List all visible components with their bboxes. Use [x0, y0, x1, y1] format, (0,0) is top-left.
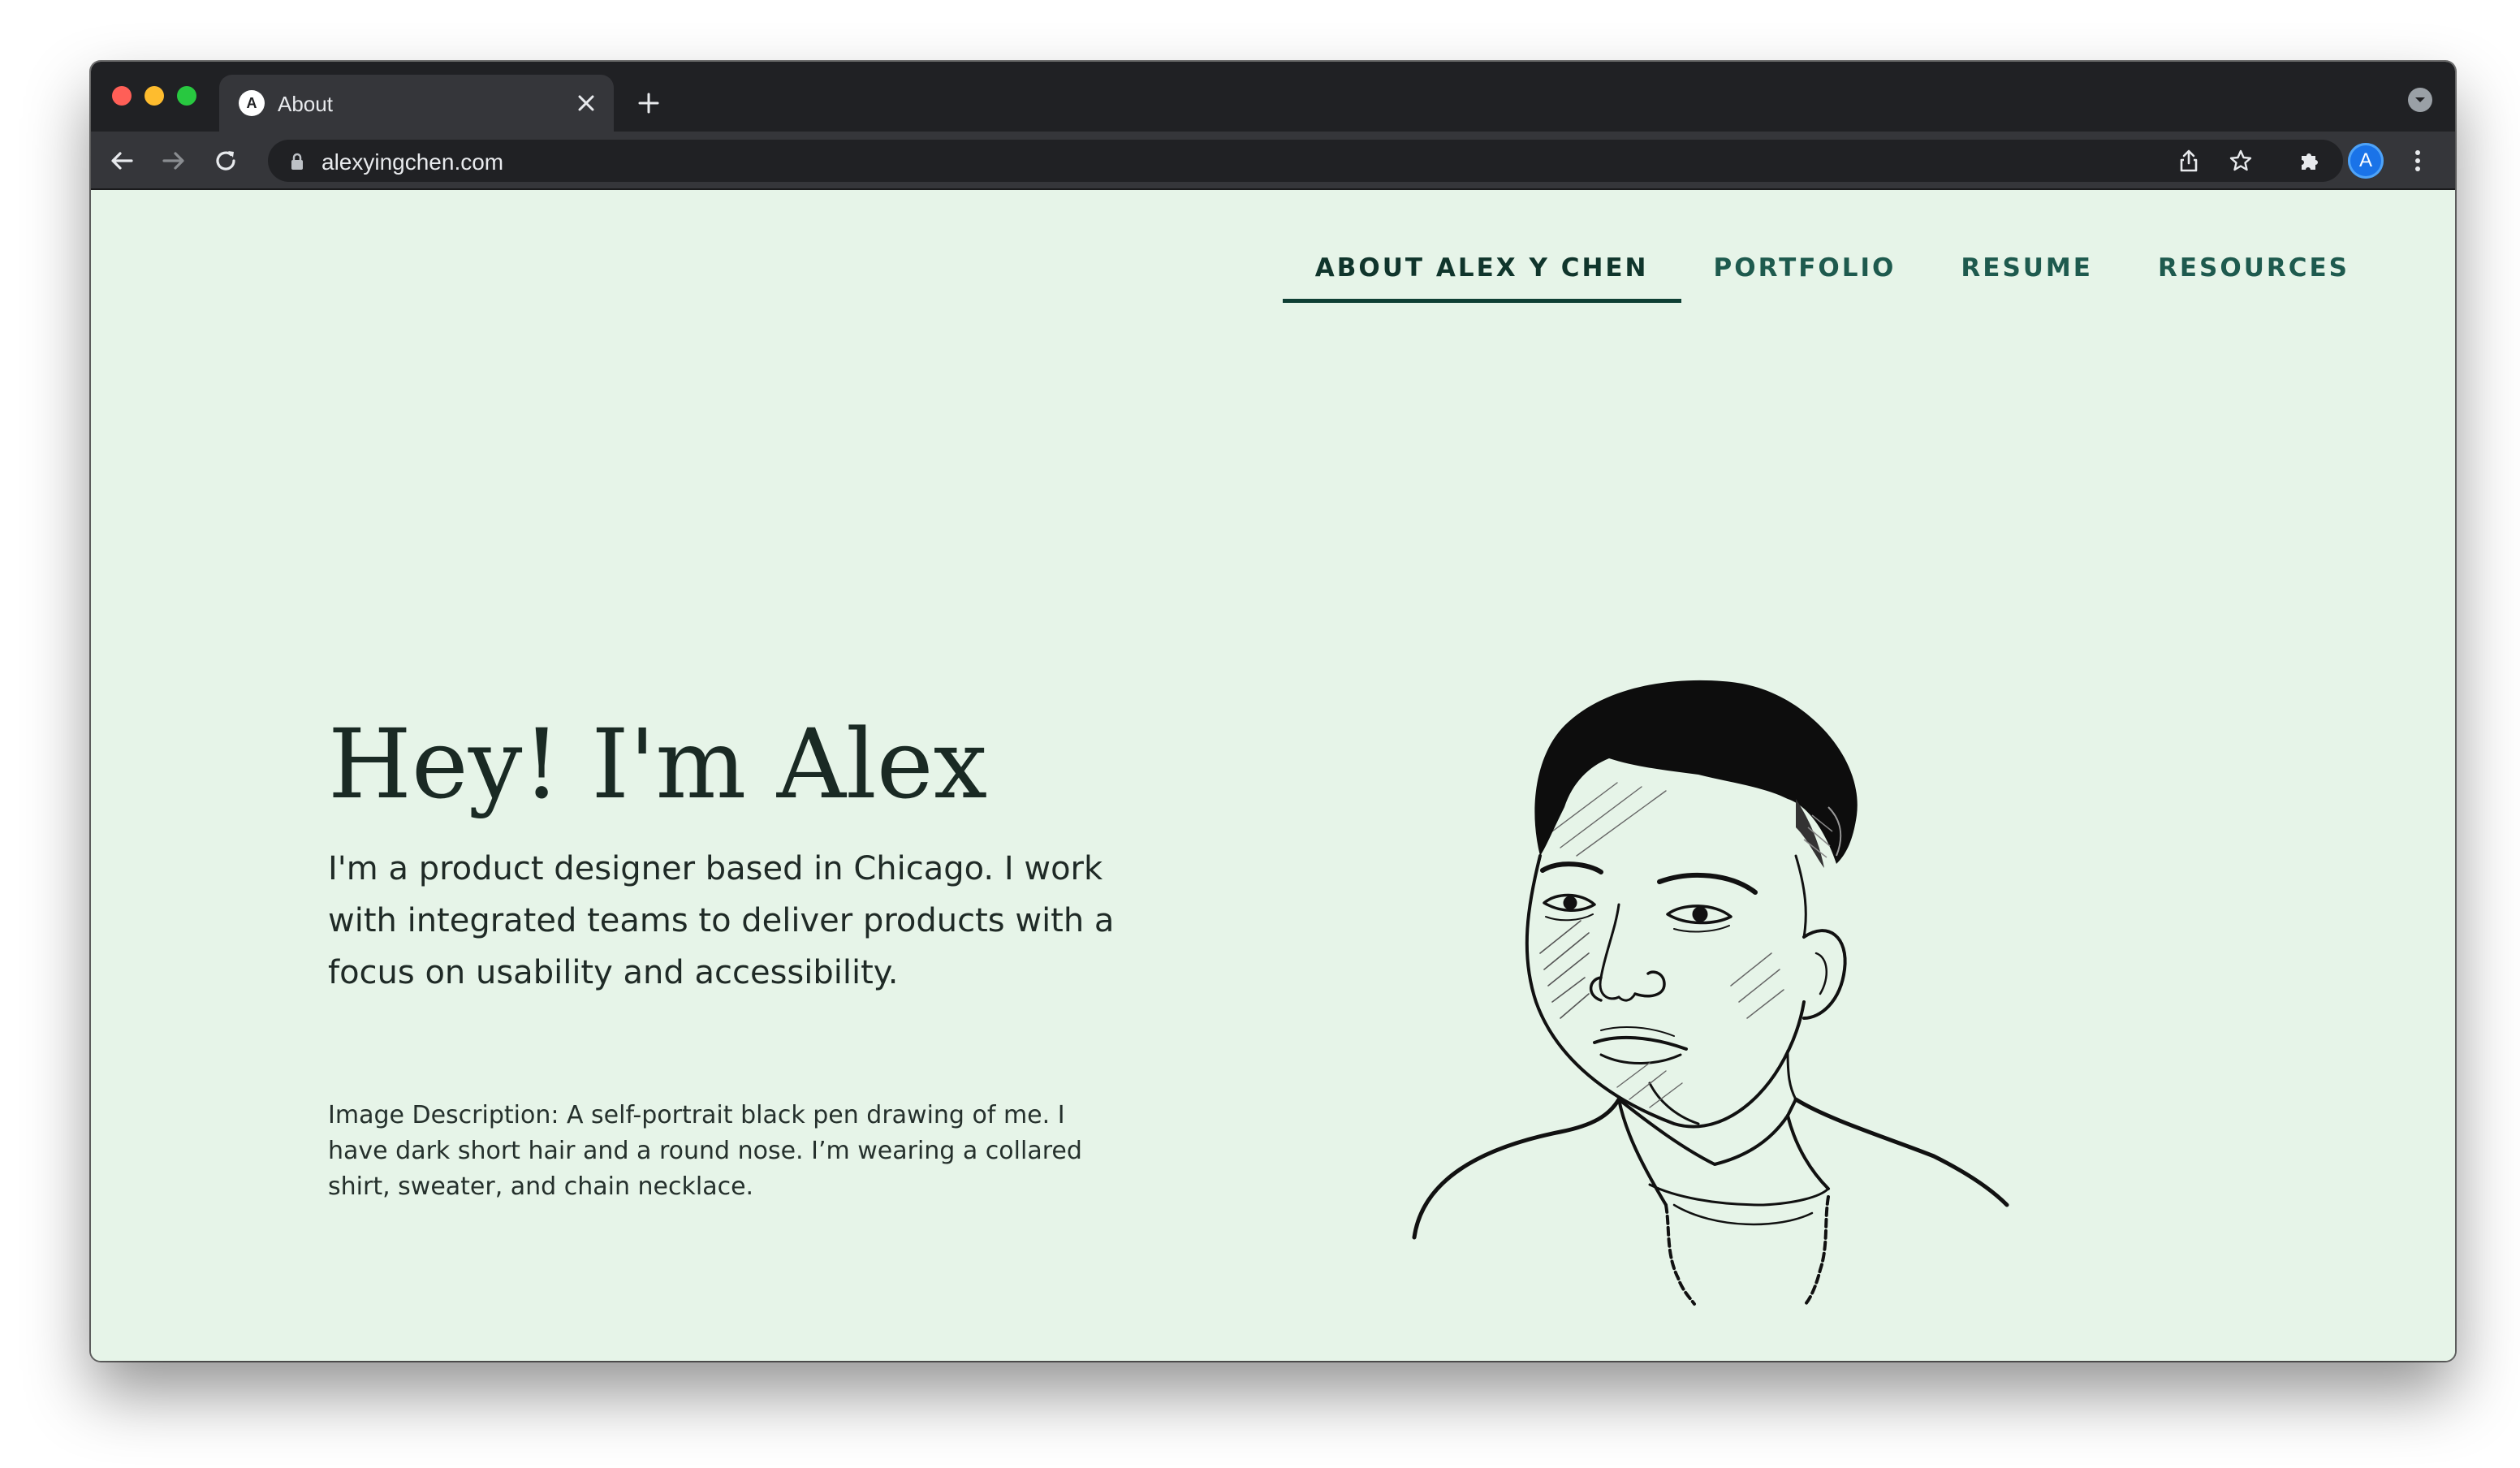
url-text: alexyingchen.com — [321, 149, 504, 175]
nav-resources[interactable]: RESOURCES — [2125, 250, 2382, 299]
favicon-icon: A — [239, 90, 265, 116]
reload-icon[interactable] — [206, 141, 245, 180]
plus-icon[interactable] — [632, 86, 666, 120]
star-icon[interactable] — [2224, 145, 2257, 177]
close-window-button[interactable] — [112, 86, 132, 106]
nav-about[interactable]: ABOUT ALEX Y CHEN — [1282, 250, 1681, 303]
minimize-window-button[interactable] — [145, 86, 164, 106]
self-portrait-illustration — [1412, 680, 2009, 1306]
address-bar[interactable]: alexyingchen.com — [268, 140, 2343, 182]
web-page: ABOUT ALEX Y CHEN PORTFOLIO RESUME RESOU… — [91, 190, 2455, 1361]
chevron-down-icon[interactable] — [2408, 88, 2432, 112]
hero-intro: I'm a product designer based in Chicago.… — [328, 850, 1115, 991]
browser-tab-about[interactable]: A About — [219, 75, 614, 132]
kebab-menu-icon[interactable] — [2398, 141, 2437, 180]
browser-window: A About alexyingchen.com A ABOUT ALEX Y … — [91, 62, 2455, 1361]
site-nav: ABOUT ALEX Y CHEN PORTFOLIO RESUME RESOU… — [1282, 250, 2382, 303]
back-arrow-icon[interactable] — [102, 141, 141, 180]
tab-title: About — [278, 92, 333, 116]
close-icon[interactable] — [570, 87, 602, 119]
tab-strip: A About — [91, 62, 2455, 132]
profile-avatar[interactable]: A — [2348, 143, 2384, 179]
browser-toolbar: alexyingchen.com A — [91, 132, 2455, 190]
image-description: Image Description: A self-portrait black… — [328, 1101, 1082, 1201]
share-icon[interactable] — [2173, 145, 2205, 177]
nav-portfolio[interactable]: PORTFOLIO — [1681, 250, 1929, 299]
hero-title: Hey! I'm Alex — [328, 708, 988, 820]
puzzle-icon[interactable] — [2291, 141, 2330, 180]
nav-resume[interactable]: RESUME — [1928, 250, 2125, 299]
lock-icon[interactable] — [287, 151, 307, 172]
forward-arrow-icon[interactable] — [154, 141, 193, 180]
maximize-window-button[interactable] — [177, 86, 196, 106]
